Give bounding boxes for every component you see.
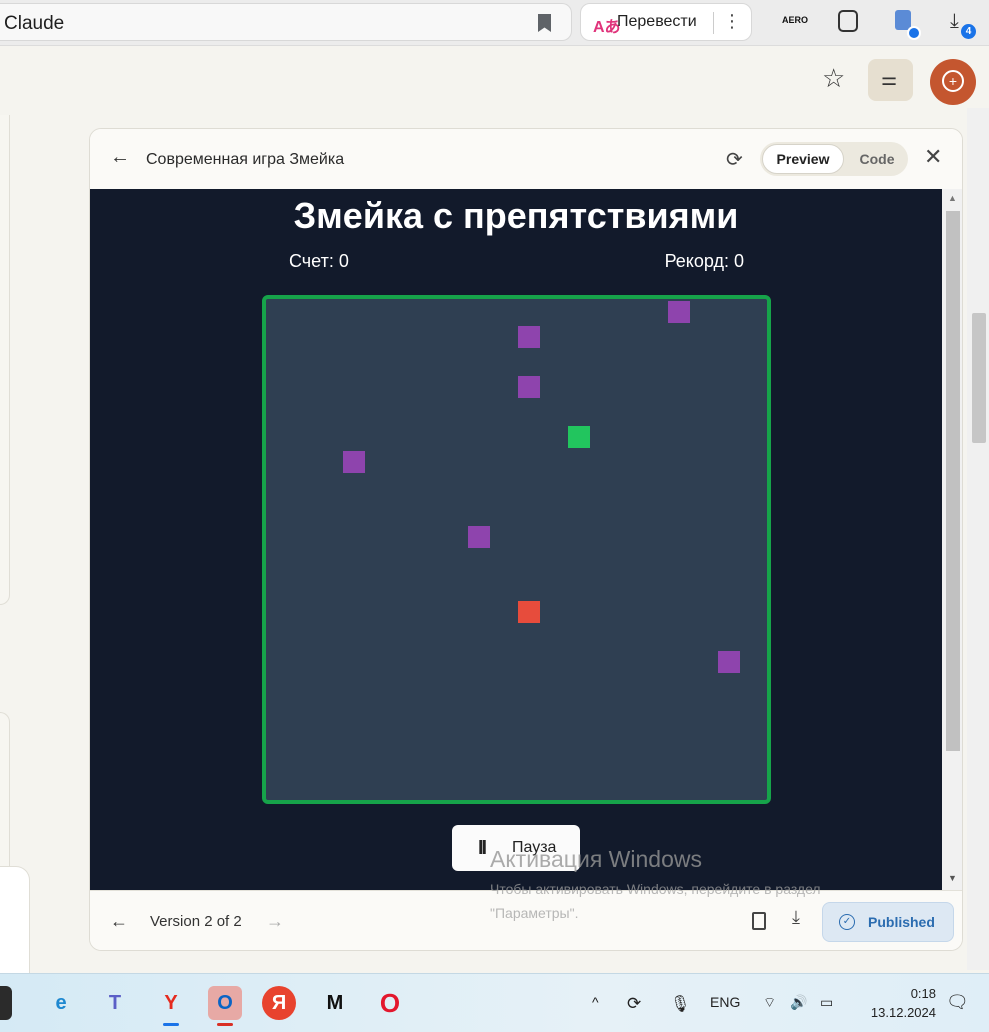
microphone-icon[interactable]: 🎙 (670, 994, 690, 1014)
download-icon[interactable]: ⤓ (792, 907, 800, 928)
published-button[interactable]: ✓ Published (822, 902, 954, 942)
volume-icon[interactable]: 🔊 (790, 994, 807, 1011)
notifications-icon[interactable]: 🗨 (946, 992, 969, 1013)
clock[interactable]: 0:18 13.12.2024 (856, 984, 936, 1022)
obstacle-cell (668, 301, 690, 323)
next-version-icon[interactable]: → (266, 911, 284, 932)
app-header: ☆ ⚌ + (0, 47, 989, 109)
check-circle-icon: ✓ (839, 914, 855, 930)
chat-input-edge[interactable] (0, 866, 30, 976)
taskbar-yandex-icon[interactable]: Я (262, 986, 296, 1020)
clock-time: 0:18 (910, 986, 936, 1001)
close-icon[interactable]: ✕ (924, 144, 942, 170)
taskbar-outlook-icon[interactable]: O (208, 986, 242, 1020)
taskbar-miro-icon[interactable]: M (318, 986, 352, 1020)
taskbar-opera-icon[interactable]: O (373, 986, 407, 1020)
wifi-icon[interactable]: ⌔ (763, 994, 776, 1012)
clock-date: 13.12.2024 (870, 1005, 936, 1020)
game-board[interactable] (262, 295, 771, 804)
preview-scrollbar-thumb[interactable] (946, 211, 960, 751)
score-label: Счет: 0 (289, 251, 349, 271)
downloads-count-badge: 4 (961, 24, 976, 39)
tray-chevron-icon[interactable]: ^ (592, 994, 599, 1010)
preview-scrollbar[interactable]: ▲ ▼ (942, 189, 962, 890)
obstacle-cell (343, 451, 365, 473)
obstacle-cell (518, 326, 540, 348)
scroll-up-icon[interactable]: ▲ (948, 193, 957, 203)
divider (713, 12, 714, 34)
taskbar-running-indicator (163, 1023, 179, 1026)
tab-code[interactable]: Code (852, 144, 902, 174)
game-title: Змейка с препятствиями (293, 195, 739, 236)
obstacle-cell (518, 376, 540, 398)
scroll-down-icon[interactable]: ▼ (948, 873, 957, 883)
record-label: Рекорд: 0 (664, 251, 744, 271)
obstacle-cell (468, 526, 490, 548)
published-label: Published (868, 914, 935, 930)
browser-toolbar: Claude Aあ Перевести ⋮ AERO ⤓ 4 (0, 0, 989, 46)
bookmark-icon[interactable] (538, 14, 551, 32)
translate-label: Перевести (617, 13, 697, 30)
activation-watermark-line: Чтобы активировать Windows, перейдите в … (490, 881, 821, 897)
address-text: Claude (4, 13, 65, 34)
star-icon[interactable]: ☆ (822, 63, 845, 94)
language-indicator[interactable]: ENG (710, 994, 740, 1010)
page-scrollbar-thumb[interactable] (972, 313, 986, 443)
previous-version-icon[interactable]: ← (110, 911, 128, 932)
back-arrow-icon[interactable]: ← (110, 146, 130, 169)
snake-cell (518, 601, 540, 623)
refresh-icon[interactable]: ⟳ (726, 147, 743, 172)
taskbar-teams-icon[interactable]: T (98, 986, 132, 1020)
sync-icon[interactable]: ⟳ (627, 994, 641, 1014)
copy-icon[interactable] (752, 912, 766, 930)
artifact-header: ← Современная игра Змейка ⟳ Preview Code… (90, 129, 962, 189)
battery-icon[interactable]: ▭ (820, 994, 833, 1011)
artifact-title: Современная игра Змейка (146, 151, 345, 168)
avatar[interactable]: + (930, 59, 976, 105)
taskbar-running-indicator (217, 1023, 233, 1026)
taskbar-edge-icon[interactable]: e (44, 986, 78, 1020)
view-toggle: Preview Code (760, 142, 908, 176)
chat-message-edge (0, 712, 10, 872)
check-badge-icon (907, 26, 921, 40)
version-label: Version 2 of 2 (150, 913, 242, 930)
zoom-icon: + (942, 70, 964, 92)
activation-watermark-line: "Параметры". (490, 905, 579, 921)
tab-preview[interactable]: Preview (762, 144, 844, 174)
chat-panel-edge (0, 115, 10, 605)
obstacle-cell (718, 651, 740, 673)
artifact-panel: ← Современная игра Змейка ⟳ Preview Code… (89, 128, 963, 951)
taskbar: ^ ⟳ 🎙 ENG ⌔ 🔊 ▭ 0:18 13.12.2024 🗨 eTYOЯM… (0, 973, 989, 1032)
page-scrollbar[interactable] (967, 108, 989, 970)
translate-button[interactable]: Aあ Перевести ⋮ (580, 3, 752, 41)
taskbar-app-partial-icon[interactable] (0, 986, 12, 1020)
more-options-icon[interactable]: ⋮ (723, 11, 741, 32)
aero-extension-icon[interactable]: AERO (782, 15, 808, 25)
sliders-icon: ⚌ (881, 69, 898, 89)
artifact-preview: Змейка с препятствиями Счет: 0 Рекорд: 0… (90, 189, 942, 890)
extensions-icon[interactable] (838, 10, 858, 32)
settings-button[interactable]: ⚌ (868, 59, 913, 101)
food-cell (568, 426, 590, 448)
address-bar[interactable]: Claude (0, 3, 572, 41)
pause-icon: II (478, 837, 487, 859)
taskbar-yandex-browser-icon[interactable]: Y (154, 986, 188, 1020)
activation-watermark-title: Активация Windows (490, 846, 702, 872)
